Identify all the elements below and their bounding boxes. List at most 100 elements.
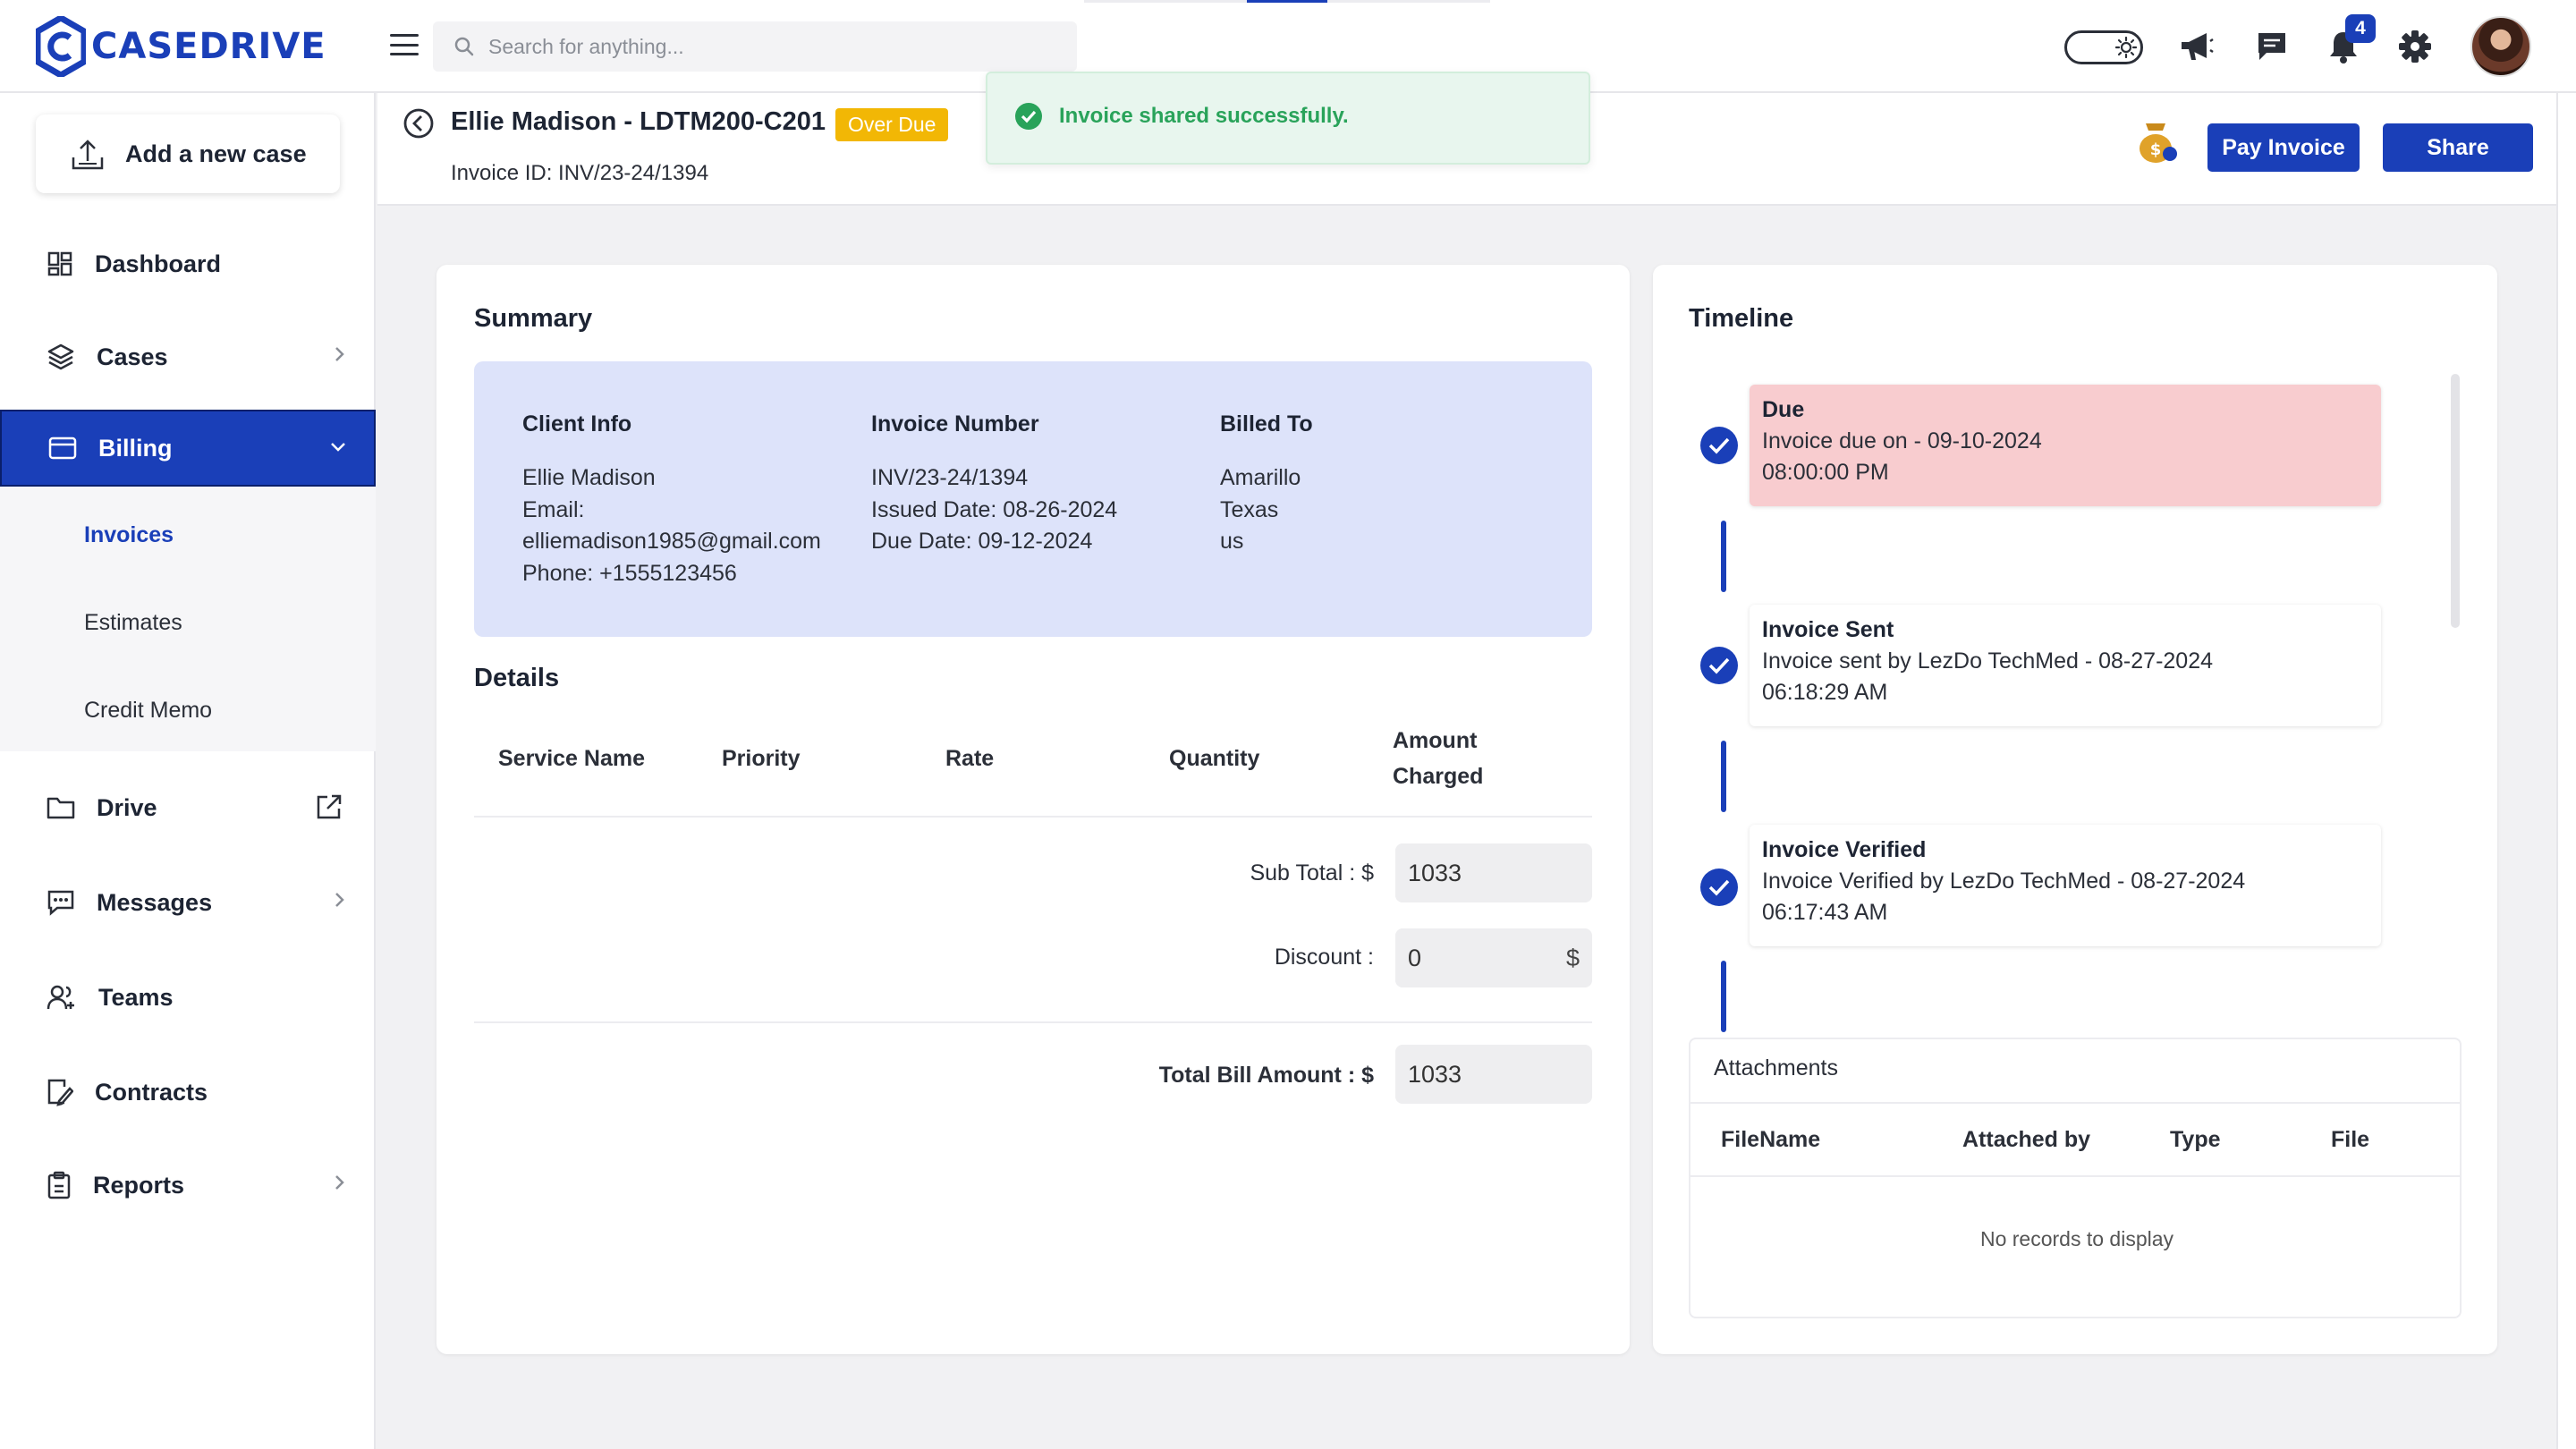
column-header-quantity[interactable]: Quantity	[1169, 741, 1259, 776]
sidebar-item-teams[interactable]: Teams	[0, 959, 376, 1036]
discount-currency: $	[1565, 945, 1580, 971]
sidebar-item-cases[interactable]: Cases	[0, 318, 376, 395]
billed-to-heading: Billed To	[1220, 411, 1313, 436]
message-icon	[47, 890, 74, 916]
column-header-amount-charged[interactable]: Amount Charged	[1393, 723, 1496, 794]
grid-icon	[47, 251, 72, 276]
timeline-connector	[1721, 521, 1726, 592]
check-circle-icon	[1700, 647, 1738, 684]
sidebar-subitem-invoices[interactable]: Invoices	[84, 522, 174, 548]
search-icon	[454, 37, 474, 56]
search-input[interactable]	[488, 34, 1025, 59]
timeline-event-verified: Invoice Verified Invoice Verified by Lez…	[1750, 825, 2381, 946]
chevron-right-icon	[335, 1175, 344, 1190]
billing-submenu: Invoices Estimates Credit Memo	[0, 487, 376, 751]
sun-icon	[2115, 37, 2137, 58]
chat-icon[interactable]	[2252, 27, 2292, 66]
timeline-event-due: Due Invoice due on - 09-10-2024 08:00:00…	[1750, 385, 2381, 506]
total-bill-label: Total Bill Amount : $	[1158, 1063, 1374, 1088]
page-scrollbar[interactable]	[2556, 93, 2576, 1449]
money-bag-icon[interactable]: $	[2132, 118, 2179, 165]
folder-icon	[47, 797, 75, 819]
share-button[interactable]: Share	[2383, 123, 2533, 172]
sidebar-item-messages[interactable]: Messages	[0, 864, 376, 941]
add-new-case-button[interactable]: Add a new case	[36, 114, 340, 193]
chevron-right-icon	[335, 347, 344, 361]
discount-label: Discount :	[1274, 945, 1374, 970]
pay-invoice-button[interactable]: Pay Invoice	[2207, 123, 2360, 172]
due-date: Due Date: 09-12-2024	[871, 529, 1093, 554]
sidebar-item-label: Billing	[98, 434, 173, 462]
column-header-attached-by[interactable]: Attached by	[1962, 1127, 2090, 1153]
column-header-service-name[interactable]: Service Name	[498, 741, 645, 776]
external-link-icon[interactable]	[315, 792, 343, 821]
user-avatar[interactable]	[2470, 16, 2531, 77]
discount-field[interactable]: 0 $	[1395, 928, 1592, 987]
theme-toggle[interactable]	[2064, 30, 2143, 64]
sidebar-item-reports[interactable]: Reports	[0, 1147, 376, 1224]
column-header-type[interactable]: Type	[2170, 1127, 2221, 1153]
sidebar-item-billing[interactable]: Billing	[0, 410, 376, 487]
client-name: Ellie Madison	[522, 465, 656, 490]
column-header-file[interactable]: File	[2331, 1127, 2369, 1153]
search-box[interactable]	[433, 21, 1077, 72]
column-header-filename[interactable]: FileName	[1721, 1127, 1820, 1153]
issued-date: Issued Date: 08-26-2024	[871, 497, 1118, 522]
check-circle-icon	[1700, 869, 1738, 906]
sidebar-item-drive[interactable]: Drive	[0, 769, 376, 846]
sidebar-item-label: Cases	[97, 343, 168, 370]
empty-state-text: No records to display	[1979, 1227, 2174, 1250]
sidebar-item-label: Drive	[97, 793, 157, 821]
logo[interactable]: CASEDRIVE	[36, 16, 326, 77]
subtotal-field: 1033	[1395, 843, 1592, 902]
client-phone: Phone: +1555123456	[522, 561, 737, 586]
attachments-title: Attachments	[1714, 1055, 1838, 1080]
layers-icon	[47, 343, 74, 370]
attachments-divider	[1690, 1102, 2460, 1104]
client-email: elliemadison1985@gmail.com	[522, 529, 821, 554]
back-arrow-icon[interactable]	[402, 107, 435, 140]
sidebar-subitem-credit-memo[interactable]: Credit Memo	[84, 698, 212, 724]
svg-text:$: $	[2150, 140, 2162, 159]
column-header-priority[interactable]: Priority	[722, 741, 801, 776]
billed-country: us	[1220, 529, 1244, 554]
client-email-label: Email:	[522, 497, 585, 522]
timeline-event-time: 06:17:43 AM	[1762, 900, 1888, 925]
sidebar: Add a new case Dashboard Cases Billing I…	[0, 93, 376, 1449]
column-header-rate[interactable]: Rate	[945, 741, 994, 776]
sidebar-item-label: Contracts	[95, 1078, 208, 1106]
invoice-number-heading: Invoice Number	[871, 411, 1039, 436]
menu-toggle-icon[interactable]	[388, 29, 420, 61]
timeline-event-description: Invoice Verified by LezDo TechMed - 08-2…	[1762, 869, 2246, 894]
sidebar-item-label: Teams	[98, 983, 174, 1011]
timeline-event-sent: Invoice Sent Invoice sent by LezDo TechM…	[1750, 605, 2381, 726]
status-badge: Over Due	[835, 108, 949, 141]
timeline-event-description: Invoice sent by LezDo TechMed - 08-27-20…	[1762, 648, 2214, 674]
notification-badge: 4	[2345, 14, 2376, 43]
gear-icon[interactable]	[2395, 27, 2435, 66]
total-bill-field: 1033	[1395, 1045, 1592, 1104]
sidebar-item-label: Messages	[97, 888, 213, 916]
subtotal-value: 1033	[1408, 859, 1462, 886]
sidebar-subitem-estimates[interactable]: Estimates	[84, 610, 182, 636]
totals-divider	[474, 1021, 1592, 1023]
sidebar-item-dashboard[interactable]: Dashboard	[0, 225, 376, 302]
timeline-connector	[1721, 961, 1726, 1032]
total-bill-value: 1033	[1408, 1060, 1462, 1088]
subtotal-label: Sub Total : $	[1250, 860, 1374, 886]
timeline-title: Timeline	[1689, 304, 1794, 333]
timeline-event-title: Invoice Sent	[1762, 617, 1894, 642]
invoice-id: Invoice ID: INV/23-24/1394	[451, 161, 709, 185]
sidebar-item-contracts[interactable]: Contracts	[0, 1054, 376, 1131]
billed-state: Texas	[1220, 497, 1279, 522]
discount-value: 0	[1408, 944, 1422, 971]
megaphone-icon[interactable]	[2177, 27, 2216, 66]
summary-title: Summary	[474, 304, 593, 333]
logo-icon	[36, 16, 86, 77]
billed-city: Amarillo	[1220, 465, 1301, 490]
attachments-panel: Attachments FileName Attached by Type Fi…	[1689, 1038, 2462, 1318]
check-circle-icon	[1015, 103, 1042, 130]
add-new-case-label: Add a new case	[125, 140, 307, 167]
timeline-scrollbar[interactable]	[2451, 374, 2460, 628]
clipboard-icon	[47, 1171, 71, 1199]
